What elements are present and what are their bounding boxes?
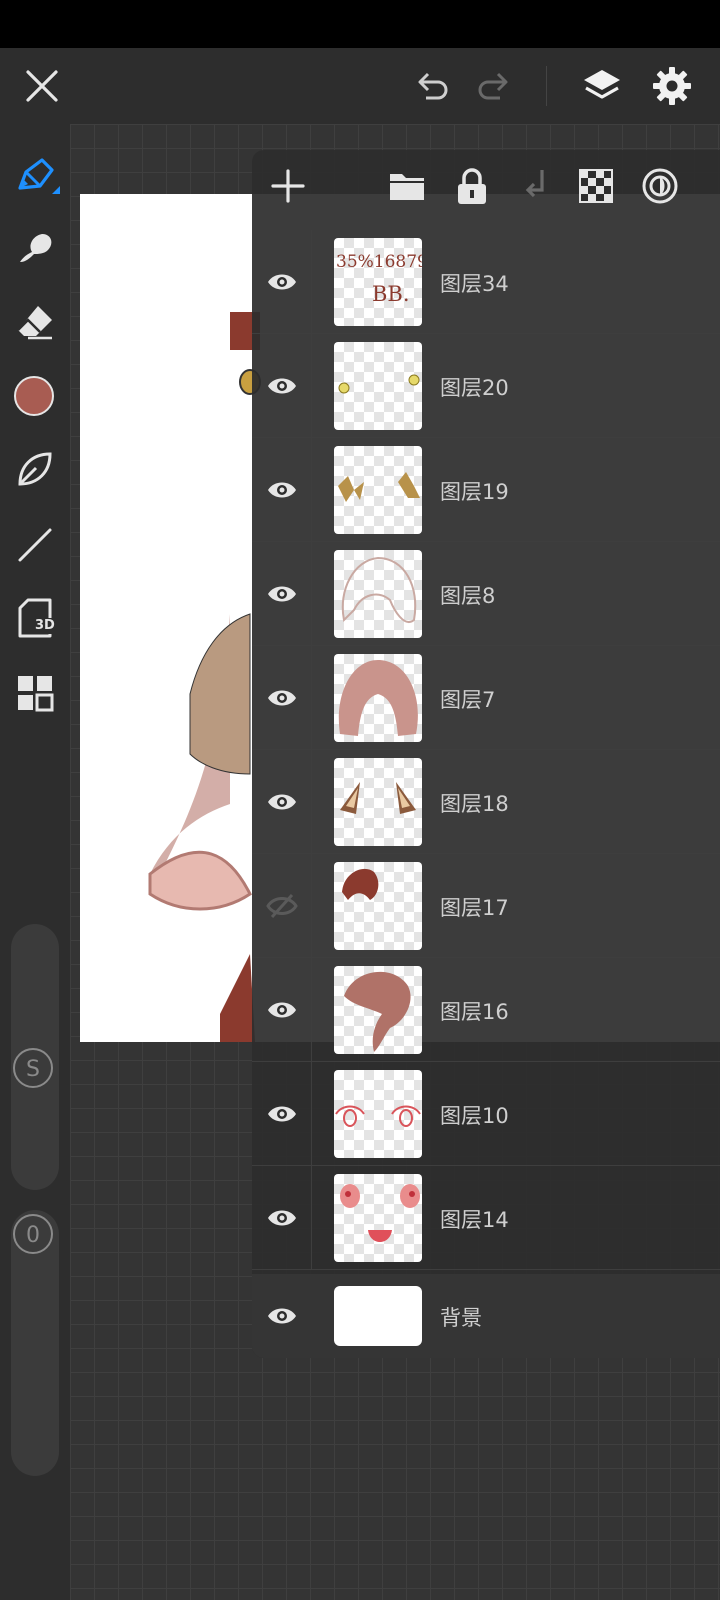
layer-row[interactable]: 35%16879 BB. 图层34	[252, 230, 720, 334]
eye-icon[interactable]	[266, 787, 298, 817]
visibility-toggle[interactable]	[252, 750, 312, 854]
layer-row[interactable]: 图层14	[252, 1166, 720, 1270]
layer-row[interactable]: 图层18	[252, 750, 720, 854]
layer-row[interactable]: 图层8	[252, 542, 720, 646]
folder-icon[interactable]	[388, 168, 426, 204]
lasso-icon[interactable]	[14, 448, 56, 490]
layer-name: 图层18	[440, 792, 509, 816]
layer-thumbnail: 35%16879 BB.	[334, 238, 422, 326]
layer-list[interactable]: 35%16879 BB. 图层34 图层20 图层19 图层8 图层7 图层18…	[252, 230, 720, 1274]
eye-icon[interactable]	[266, 267, 298, 297]
thumbnail-text: BB.	[372, 282, 410, 306]
add-icon[interactable]	[268, 166, 308, 206]
layer-thumbnail	[334, 1174, 422, 1262]
lock-icon[interactable]	[454, 166, 490, 206]
layer-thumbnail	[334, 862, 422, 950]
opacity-knob[interactable]: 0	[13, 1214, 53, 1254]
layer-thumbnail	[334, 342, 422, 430]
transparency-icon[interactable]	[578, 168, 614, 204]
eye-hidden-icon[interactable]	[266, 891, 298, 921]
status-bar	[0, 0, 720, 48]
eye-icon[interactable]	[266, 1099, 298, 1129]
eye-icon[interactable]	[266, 995, 298, 1025]
layer-row[interactable]: 图层20	[252, 334, 720, 438]
layer-name: 图层20	[440, 376, 509, 400]
color-swatch[interactable]	[14, 376, 54, 416]
visibility-toggle[interactable]	[252, 646, 312, 750]
thumbnail-text: 35%16879	[336, 252, 422, 272]
visibility-toggle[interactable]	[252, 854, 312, 958]
layer-thumbnail	[334, 446, 422, 534]
blend-icon[interactable]	[640, 166, 680, 206]
smudge-icon[interactable]	[14, 226, 56, 268]
layer-name: 图层19	[440, 480, 509, 504]
layer-name: 图层10	[440, 1104, 509, 1128]
background-thumbnail	[334, 1286, 422, 1346]
top-toolbar	[0, 48, 720, 124]
eye-icon[interactable]	[266, 683, 298, 713]
visibility-toggle[interactable]	[252, 334, 312, 438]
3d-icon[interactable]: 3D	[16, 598, 56, 638]
layer-thumbnail	[334, 654, 422, 742]
toolbar-divider	[546, 66, 547, 106]
visibility-toggle[interactable]	[252, 230, 312, 334]
visibility-toggle[interactable]	[252, 958, 312, 1062]
layer-panel: 35%16879 BB. 图层34 图层20 图层19 图层8 图层7 图层18…	[252, 150, 720, 1358]
layer-row[interactable]: 图层10	[252, 1062, 720, 1166]
visibility-toggle[interactable]	[252, 438, 312, 542]
brush-size-knob[interactable]: S	[13, 1048, 53, 1088]
layer-thumbnail	[334, 1070, 422, 1158]
eye-icon[interactable]	[266, 475, 298, 505]
layer-name: 图层34	[440, 272, 509, 296]
background-layer-name: 背景	[440, 1306, 482, 1330]
layer-name: 图层7	[440, 688, 496, 712]
layers-icon[interactable]	[580, 64, 624, 108]
3d-label: 3D	[34, 618, 56, 634]
layer-name: 图层16	[440, 1000, 509, 1024]
layer-row[interactable]: 图层7	[252, 646, 720, 750]
eye-icon[interactable]	[266, 371, 298, 401]
undo-icon[interactable]	[412, 66, 452, 106]
tool-sidebar: 3D S 0	[0, 124, 70, 1600]
close-icon[interactable]	[24, 68, 60, 104]
eye-icon[interactable]	[266, 579, 298, 609]
layer-panel-toolbar	[252, 150, 720, 230]
visibility-toggle[interactable]	[252, 1166, 312, 1270]
merge-down-icon[interactable]	[518, 166, 554, 206]
layer-row[interactable]: 图层19	[252, 438, 720, 542]
grid-icon[interactable]	[16, 674, 54, 712]
eraser-icon[interactable]	[14, 300, 56, 342]
layer-row[interactable]: 图层17	[252, 854, 720, 958]
visibility-toggle[interactable]	[252, 542, 312, 646]
layer-thumbnail	[334, 758, 422, 846]
layer-name: 图层14	[440, 1208, 509, 1232]
eye-icon[interactable]	[266, 1203, 298, 1233]
redo-icon[interactable]	[474, 66, 514, 106]
line-icon[interactable]	[14, 524, 56, 566]
layer-thumbnail	[334, 966, 422, 1054]
brush-icon[interactable]	[12, 152, 60, 200]
visibility-toggle[interactable]	[252, 1062, 312, 1166]
layer-name: 图层17	[440, 896, 509, 920]
layer-name: 图层8	[440, 584, 496, 608]
eye-icon[interactable]	[266, 1301, 298, 1331]
background-layer-row[interactable]: 背景	[252, 1274, 720, 1358]
gear-icon[interactable]	[650, 64, 694, 108]
layer-thumbnail	[334, 550, 422, 638]
layer-row[interactable]: 图层16	[252, 958, 720, 1062]
